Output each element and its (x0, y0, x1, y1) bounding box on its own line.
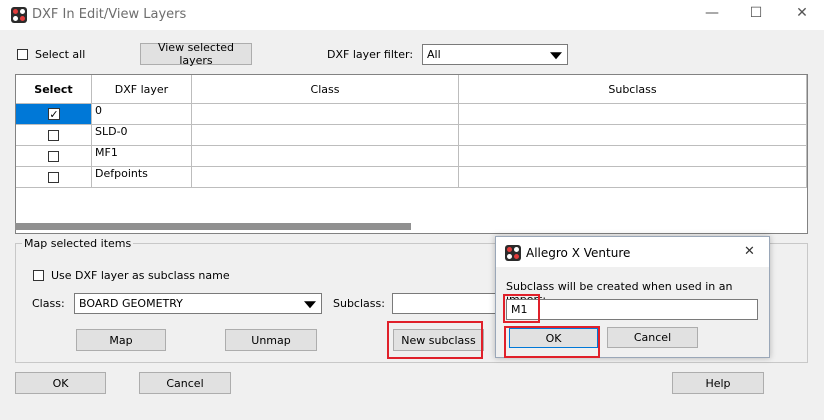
new-subclass-dialog: Allegro X Venture ✕ Subclass will be cre… (495, 236, 770, 358)
select-cell[interactable] (16, 125, 92, 146)
row-checkbox-checked[interactable]: ✓ (48, 108, 60, 120)
table-row[interactable]: ✓ 0 (16, 104, 807, 125)
layers-table[interactable]: Select DXF layer Class Subclass ✓ 0 SLD-… (15, 74, 808, 234)
window-bottom-edge (0, 400, 824, 420)
map-button[interactable]: Map (76, 329, 166, 351)
ok-button[interactable]: OK (15, 372, 106, 394)
select-all-checkbox[interactable] (17, 49, 28, 60)
subclass-cell[interactable] (459, 125, 807, 146)
table-row[interactable]: MF1 (16, 146, 807, 167)
chevron-down-icon (550, 51, 562, 59)
subclass-cell[interactable] (459, 146, 807, 167)
class-cell[interactable] (192, 104, 459, 125)
subclass-label: Subclass: (333, 297, 385, 310)
class-cell[interactable] (192, 167, 459, 188)
app-logo-icon (11, 7, 27, 23)
layer-filter-value: All (427, 48, 441, 61)
dialog-title: Allegro X Venture (526, 246, 631, 260)
minimize-icon[interactable]: — (702, 5, 722, 21)
window-title: DXF In Edit/View Layers (32, 7, 187, 22)
select-cell[interactable] (16, 167, 92, 188)
dxf-layer-cell: SLD-0 (92, 125, 192, 146)
class-label: Class: (32, 297, 65, 310)
chevron-down-icon (304, 300, 316, 308)
dxf-layer-cell: Defpoints (92, 167, 192, 188)
table-row[interactable]: SLD-0 (16, 125, 807, 146)
group-title: Map selected items (22, 237, 134, 250)
horizontal-scrollbar[interactable] (15, 223, 411, 230)
help-button[interactable]: Help (672, 372, 764, 394)
table-row[interactable]: Defpoints (16, 167, 807, 188)
row-checkbox[interactable] (48, 130, 59, 141)
dialog-close-icon[interactable]: ✕ (744, 244, 755, 259)
new-subclass-name-input[interactable]: M1 (506, 299, 758, 320)
use-dxf-layer-checkbox[interactable] (33, 270, 44, 281)
select-cell[interactable]: ✓ (16, 104, 92, 125)
layer-filter-select[interactable]: All (422, 44, 568, 65)
header-select[interactable]: Select (16, 75, 92, 104)
select-all-label: Select all (35, 48, 86, 61)
row-checkbox[interactable] (48, 151, 59, 162)
highlight-new-subclass (387, 321, 483, 359)
class-select[interactable]: BOARD GEOMETRY (74, 293, 322, 314)
dxf-layer-cell: MF1 (92, 146, 192, 167)
select-cell[interactable] (16, 146, 92, 167)
use-dxf-layer-label: Use DXF layer as subclass name (51, 269, 230, 282)
view-selected-layers-button[interactable]: View selected layers (140, 41, 252, 67)
subclass-cell[interactable] (459, 104, 807, 125)
header-dxf-layer[interactable]: DXF layer (92, 75, 192, 104)
class-cell[interactable] (192, 146, 459, 167)
class-cell[interactable] (192, 125, 459, 146)
unmap-button[interactable]: Unmap (225, 329, 317, 351)
highlight-ok (504, 326, 600, 358)
header-class[interactable]: Class (192, 75, 459, 104)
filter-label: DXF layer filter: (327, 48, 414, 61)
row-checkbox[interactable] (48, 172, 59, 183)
maximize-icon[interactable]: ☐ (746, 5, 766, 21)
dialog-cancel-button[interactable]: Cancel (607, 327, 698, 348)
highlight-input (503, 294, 540, 323)
dxf-layer-cell: 0 (92, 104, 192, 125)
app-logo-icon (505, 245, 521, 261)
cancel-button[interactable]: Cancel (139, 372, 231, 394)
header-subclass[interactable]: Subclass (459, 75, 807, 104)
class-select-value: BOARD GEOMETRY (79, 297, 183, 310)
close-icon[interactable]: ✕ (792, 5, 812, 21)
subclass-field[interactable] (392, 293, 497, 314)
subclass-cell[interactable] (459, 167, 807, 188)
